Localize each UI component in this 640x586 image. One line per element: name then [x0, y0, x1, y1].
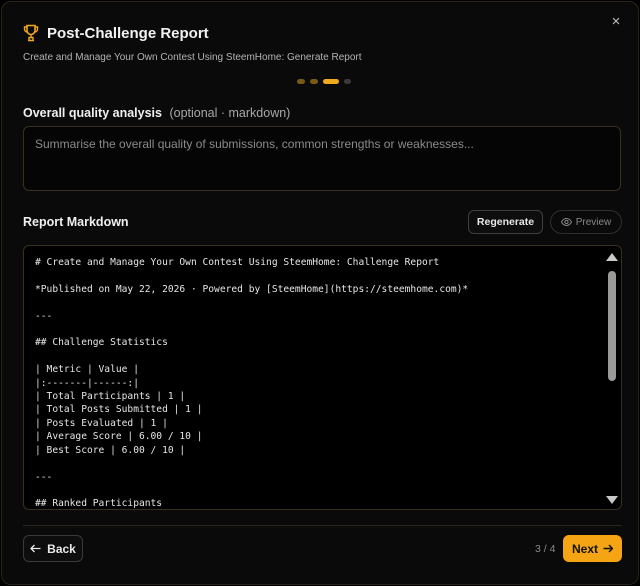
report-markdown-label: Report Markdown — [23, 215, 129, 229]
quality-label-text: Overall quality analysis — [23, 106, 162, 120]
step-dot-3 — [323, 79, 339, 84]
preview-button[interactable]: Preview — [550, 210, 622, 234]
next-label: Next — [571, 541, 598, 556]
dialog-title: Post-Challenge Report — [47, 24, 209, 42]
step-indicator — [297, 79, 351, 84]
eye-icon — [560, 218, 572, 226]
scrollbar-thumb[interactable] — [608, 271, 616, 381]
step-counter: 3 / 4 — [535, 543, 556, 555]
trophy-icon — [23, 24, 39, 42]
close-icon[interactable]: × — [608, 14, 624, 30]
scroll-up-arrow-icon[interactable] — [606, 253, 618, 261]
next-button[interactable]: Next — [563, 535, 622, 562]
scrollbar[interactable] — [605, 250, 619, 506]
step-dot-2 — [310, 79, 318, 84]
title-row: Post-Challenge Report — [23, 24, 362, 42]
quality-label: Overall quality analysis (optional · mar… — [23, 106, 290, 120]
quality-optional-note: (optional · markdown) — [169, 106, 291, 120]
report-markdown-text[interactable]: # Create and Manage Your Own Contest Usi… — [35, 256, 605, 509]
arrow-left-icon — [30, 544, 41, 553]
report-markdown-editor[interactable]: # Create and Manage Your Own Contest Usi… — [23, 245, 622, 510]
step-dot-1 — [297, 79, 305, 84]
footer-divider — [23, 525, 622, 526]
back-label: Back — [47, 541, 76, 556]
scroll-down-arrow-icon[interactable] — [606, 496, 618, 504]
dialog-header: Post-Challenge Report Create and Manage … — [23, 24, 362, 64]
regenerate-button[interactable]: Regenerate — [468, 210, 543, 234]
back-button[interactable]: Back — [23, 535, 83, 562]
dialog-subtitle: Create and Manage Your Own Contest Using… — [23, 52, 362, 63]
quality-analysis-textarea[interactable]: Summarise the overall quality of submiss… — [23, 126, 621, 191]
arrow-right-icon — [603, 544, 613, 553]
report-dialog: × Post-Challenge Report Create and Manag… — [1, 1, 639, 585]
preview-label: Preview — [575, 216, 612, 228]
step-dot-4 — [344, 79, 351, 84]
